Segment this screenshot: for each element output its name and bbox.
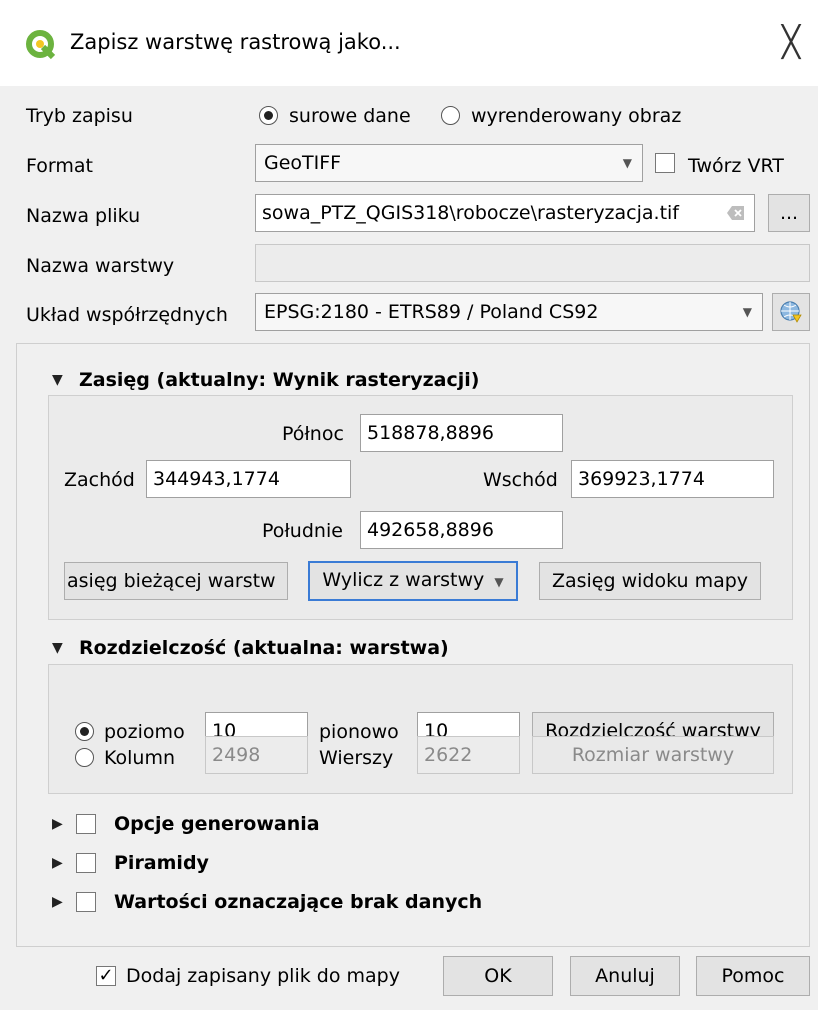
window-title: Zapisz warstwę rastrową jako...: [70, 30, 401, 54]
vertical-label: pionowo: [319, 721, 399, 743]
crs-combo[interactable]: EPSG:2180 - ETRS89 / Poland CS92 ▼: [255, 293, 763, 331]
calculate-from-layer-label: Wylicz z warstwy: [322, 569, 485, 591]
north-label: Północ: [282, 423, 344, 445]
south-input[interactable]: 492658,8896: [360, 511, 563, 549]
mode-raw-radio[interactable]: [259, 106, 278, 125]
nodata-header[interactable]: Wartości oznaczające brak danych: [114, 890, 482, 914]
resolution-header[interactable]: Rozdzielczość (aktualna: warstwa): [79, 636, 449, 660]
add-to-map-checkbox[interactable]: ✓: [96, 966, 116, 986]
qgis-logo-icon: [26, 30, 56, 60]
format-value: GeoTIFF: [264, 152, 342, 174]
format-combo[interactable]: GeoTIFF ▼: [255, 144, 643, 182]
west-label: Zachód: [64, 469, 135, 491]
map-view-extent-button[interactable]: Zasięg widoku mapy: [539, 562, 761, 600]
layername-input[interactable]: [255, 244, 810, 282]
create-vrt-checkbox[interactable]: [655, 153, 675, 173]
collapse-triangle-icon[interactable]: ▼: [52, 372, 63, 388]
nodata-checkbox[interactable]: [76, 892, 96, 912]
current-layer-extent-button[interactable]: asięg bieżącej warstw: [64, 562, 288, 600]
north-input[interactable]: 518878,8896: [360, 414, 563, 452]
expand-triangle-icon[interactable]: ▶: [52, 816, 63, 832]
pyramids-checkbox[interactable]: [76, 853, 96, 873]
cancel-button[interactable]: Anuluj: [570, 956, 680, 996]
help-button[interactable]: Pomoc: [696, 956, 810, 996]
creation-options-checkbox[interactable]: [76, 814, 96, 834]
calculate-from-layer-button[interactable]: Wylicz z warstwy ▼: [308, 561, 518, 601]
rows-label: Wierszy: [319, 747, 394, 769]
format-label: Format: [26, 155, 93, 177]
east-label: Wschód: [483, 469, 558, 491]
chevron-down-icon: ▼: [622, 156, 632, 170]
globe-icon: [780, 301, 802, 323]
chevron-down-icon: ▼: [742, 305, 752, 319]
pyramids-header[interactable]: Piramidy: [114, 851, 209, 875]
layer-size-button[interactable]: Rozmiar warstwy: [532, 736, 774, 774]
chevron-down-icon: ▼: [494, 575, 504, 589]
crs-label: Układ współrzędnych: [26, 304, 228, 326]
layername-label: Nazwa warstwy: [26, 255, 175, 277]
filename-input[interactable]: sowa_PTZ_QGIS318\robocze\rasteryzacja.ti…: [255, 194, 755, 232]
ok-button[interactable]: OK: [443, 956, 553, 996]
filename-label: Nazwa pliku: [26, 205, 141, 227]
east-input[interactable]: 369923,1774: [571, 460, 774, 498]
extent-header[interactable]: Zasięg (aktualny: Wynik rasteryzacji): [79, 368, 479, 392]
columns-radio[interactable]: [75, 748, 94, 767]
mode-label: Tryb zapisu: [26, 105, 133, 127]
columns-label: Kolumn: [104, 747, 176, 769]
creation-options-header[interactable]: Opcje generowania: [114, 812, 320, 836]
create-vrt-label: Twórz VRT: [688, 155, 784, 177]
horizontal-radio[interactable]: [75, 722, 94, 741]
add-to-map-label: Dodaj zapisany plik do mapy: [126, 965, 400, 987]
close-icon[interactable]: ╳: [774, 26, 808, 60]
south-label: Południe: [262, 520, 343, 542]
collapse-triangle-icon[interactable]: ▼: [52, 640, 63, 656]
columns-input[interactable]: 2498: [205, 736, 308, 774]
crs-value: EPSG:2180 - ETRS89 / Poland CS92: [264, 301, 599, 323]
west-input[interactable]: 344943,1774: [146, 460, 351, 498]
rows-input[interactable]: 2622: [417, 736, 520, 774]
expand-triangle-icon[interactable]: ▶: [52, 855, 63, 871]
mode-rendered-label: wyrenderowany obraz: [471, 105, 682, 127]
horizontal-label: poziomo: [104, 721, 185, 743]
filename-value: sowa_PTZ_QGIS318\robocze\rasteryzacja.ti…: [262, 202, 679, 224]
clear-field-icon[interactable]: [726, 204, 746, 222]
mode-rendered-radio[interactable]: [441, 106, 460, 125]
browse-button[interactable]: ...: [768, 194, 810, 232]
mode-raw-label: surowe dane: [289, 105, 411, 127]
expand-triangle-icon[interactable]: ▶: [52, 894, 63, 910]
crs-select-button[interactable]: [772, 293, 810, 331]
